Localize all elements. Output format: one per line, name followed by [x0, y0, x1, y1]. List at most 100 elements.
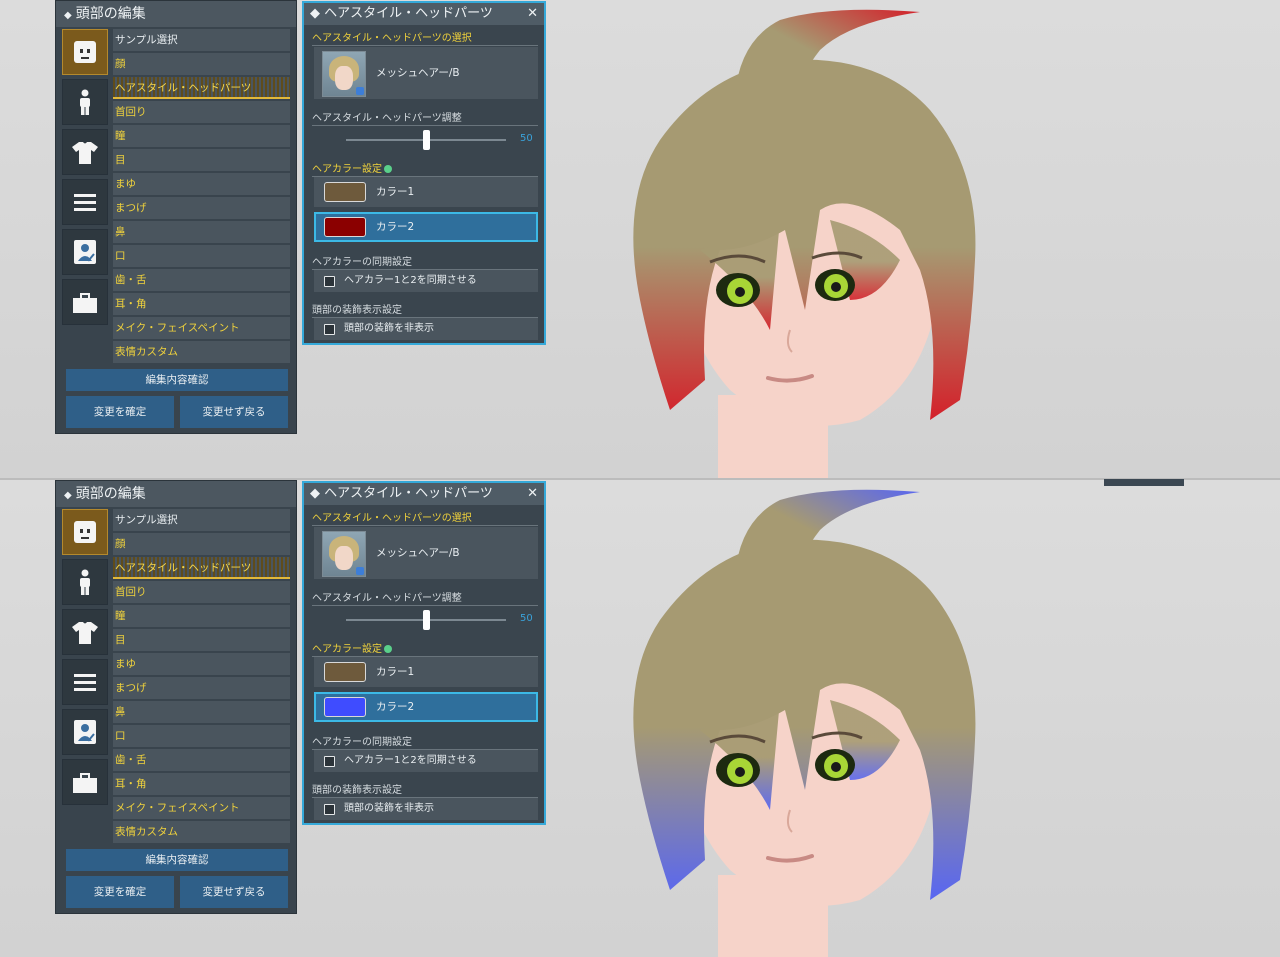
menu-item[interactable]: 表情カスタム	[113, 821, 290, 843]
discard-changes-button[interactable]: 変更せず戻る	[180, 876, 288, 908]
menu-item[interactable]: 目	[113, 629, 290, 651]
hair-adjust-slider[interactable]	[346, 130, 506, 150]
edit-confirm-button[interactable]: 編集内容確認	[66, 849, 288, 871]
hairstyle-panel-title: ◆ ヘアスタイル・ヘッドパーツ ✕	[304, 483, 544, 505]
body-icon[interactable]	[62, 79, 108, 125]
menu-item[interactable]: 鼻	[113, 221, 290, 243]
slider-knob[interactable]	[423, 130, 430, 150]
box-icon[interactable]	[62, 279, 108, 325]
apply-changes-button[interactable]: 変更を確定	[66, 876, 174, 908]
edit-confirm-button[interactable]: 編集内容確認	[66, 369, 288, 391]
hair-adjust-label: ヘアスタイル・ヘッドパーツ調整	[312, 109, 538, 126]
shirt-icon[interactable]	[62, 609, 108, 655]
hair-select-label: ヘアスタイル・ヘッドパーツの選択	[312, 509, 538, 526]
gem-icon	[384, 165, 392, 173]
body-icon[interactable]	[62, 559, 108, 605]
menu-item[interactable]: サンプル選択	[113, 509, 290, 531]
gem-icon	[384, 645, 392, 653]
separator-bar	[1104, 479, 1184, 486]
color-2-swatch	[324, 217, 366, 237]
slider-knob[interactable]	[423, 610, 430, 630]
color-1-row[interactable]: カラー1	[314, 177, 538, 207]
menu-item[interactable]: サンプル選択	[113, 29, 290, 51]
menu-item[interactable]: メイク・フェイスペイント	[113, 797, 290, 819]
hide-decor-row[interactable]: 頭部の装飾を非表示	[314, 798, 538, 820]
discard-changes-button[interactable]: 変更せず戻る	[180, 396, 288, 428]
hair-adjust-slider[interactable]	[346, 610, 506, 630]
color-1-label: カラー1	[376, 666, 415, 678]
menu-item[interactable]: 顔	[113, 53, 290, 75]
box-icon[interactable]	[62, 759, 108, 805]
list-icon[interactable]	[62, 659, 108, 705]
category-icons	[62, 509, 110, 805]
head-edit-panel: ◆ 頭部の編集 サンプル選択顔ヘアスタイル・ヘッドパーツ 首回り瞳目まゆ まつげ鼻口歯…	[55, 0, 297, 434]
action-buttons: 変更を確定 変更せず戻る	[66, 876, 288, 908]
hair-select-label: ヘアスタイル・ヘッドパーツの選択	[312, 29, 538, 46]
menu-item[interactable]: 歯・舌	[113, 749, 290, 771]
action-buttons: 変更を確定 変更せず戻る	[66, 396, 288, 428]
hide-decor-checkbox[interactable]	[324, 804, 335, 815]
hair-select-card[interactable]: メッシュヘアー/B	[314, 527, 538, 579]
id-card-icon[interactable]	[62, 229, 108, 275]
shirt-icon[interactable]	[62, 129, 108, 175]
menu-item[interactable]: 目	[113, 149, 290, 171]
color-1-label: カラー1	[376, 186, 415, 198]
hair-name: メッシュヘアー/B	[376, 67, 460, 79]
menu-item[interactable]: 首回り	[113, 581, 290, 603]
sync-colors-row[interactable]: ヘアカラー1と2を同期させる	[314, 750, 538, 772]
menu-item[interactable]: 瞳	[113, 605, 290, 627]
hair-thumbnail	[322, 51, 366, 97]
menu-item[interactable]: ヘアスタイル・ヘッドパーツ	[113, 77, 290, 99]
hairstyle-panel-title: ◆ ヘアスタイル・ヘッドパーツ ✕	[304, 3, 544, 25]
hair-select-card[interactable]: メッシュヘアー/B	[314, 47, 538, 99]
menu-item[interactable]: 耳・角	[113, 773, 290, 795]
sync-colors-checkbox[interactable]	[324, 276, 335, 287]
sync-setting-label: ヘアカラーの同期設定	[312, 733, 538, 750]
screen-top: ◆ 頭部の編集 サンプル選択顔ヘアスタイル・ヘッドパーツ 首回り瞳目まゆ まつげ鼻口歯…	[0, 0, 1280, 478]
hair-badge-icon	[356, 87, 364, 95]
head-edit-menu: サンプル選択顔ヘアスタイル・ヘッドパーツ 首回り瞳目まゆ まつげ鼻口歯・舌 耳・角 メイ…	[113, 509, 290, 845]
hairstyle-panel-title-text: ヘアスタイル・ヘッドパーツ	[324, 486, 493, 501]
menu-item[interactable]: まゆ	[113, 653, 290, 675]
character-preview	[600, 480, 1040, 957]
menu-item[interactable]: まつげ	[113, 677, 290, 699]
color-1-row[interactable]: カラー1	[314, 657, 538, 687]
hide-decor-row[interactable]: 頭部の装飾を非表示	[314, 318, 538, 340]
apply-changes-button[interactable]: 変更を確定	[66, 396, 174, 428]
list-icon[interactable]	[62, 179, 108, 225]
category-icons	[62, 29, 110, 325]
menu-item[interactable]: 耳・角	[113, 293, 290, 315]
close-icon[interactable]: ✕	[527, 3, 538, 25]
color-2-label: カラー2	[376, 701, 415, 713]
menu-item[interactable]: ヘアスタイル・ヘッドパーツ	[113, 557, 290, 579]
menu-item[interactable]: メイク・フェイスペイント	[113, 317, 290, 339]
diamond-icon: ◆	[64, 490, 72, 501]
id-card-icon[interactable]	[62, 709, 108, 755]
color-2-row[interactable]: カラー2	[314, 212, 538, 242]
menu-item[interactable]: 首回り	[113, 101, 290, 123]
close-icon[interactable]: ✕	[527, 483, 538, 505]
hair-thumbnail	[322, 531, 366, 577]
menu-item[interactable]: 鼻	[113, 701, 290, 723]
face-icon[interactable]	[62, 509, 108, 555]
menu-item[interactable]: 顔	[113, 533, 290, 555]
menu-item[interactable]: まつげ	[113, 197, 290, 219]
menu-item[interactable]: 口	[113, 725, 290, 747]
menu-item[interactable]: 歯・舌	[113, 269, 290, 291]
hide-decor-label: 頭部の装飾を非表示	[344, 323, 434, 334]
color-2-label: カラー2	[376, 221, 415, 233]
sync-colors-row[interactable]: ヘアカラー1と2を同期させる	[314, 270, 538, 292]
hide-decor-checkbox[interactable]	[324, 324, 335, 335]
hair-color-label: ヘアカラー設定	[312, 160, 538, 177]
color-2-row[interactable]: カラー2	[314, 692, 538, 722]
face-icon[interactable]	[62, 29, 108, 75]
hairstyle-panel: ◆ ヘアスタイル・ヘッドパーツ ✕ ヘアスタイル・ヘッドパーツの選択 メッシュヘア…	[302, 1, 546, 345]
menu-item[interactable]: 瞳	[113, 125, 290, 147]
hair-color-label: ヘアカラー設定	[312, 640, 538, 657]
sync-colors-checkbox[interactable]	[324, 756, 335, 767]
head-edit-title: ◆ 頭部の編集	[56, 481, 296, 507]
sync-colors-label: ヘアカラー1と2を同期させる	[344, 755, 477, 766]
menu-item[interactable]: 表情カスタム	[113, 341, 290, 363]
menu-item[interactable]: 口	[113, 245, 290, 267]
menu-item[interactable]: まゆ	[113, 173, 290, 195]
